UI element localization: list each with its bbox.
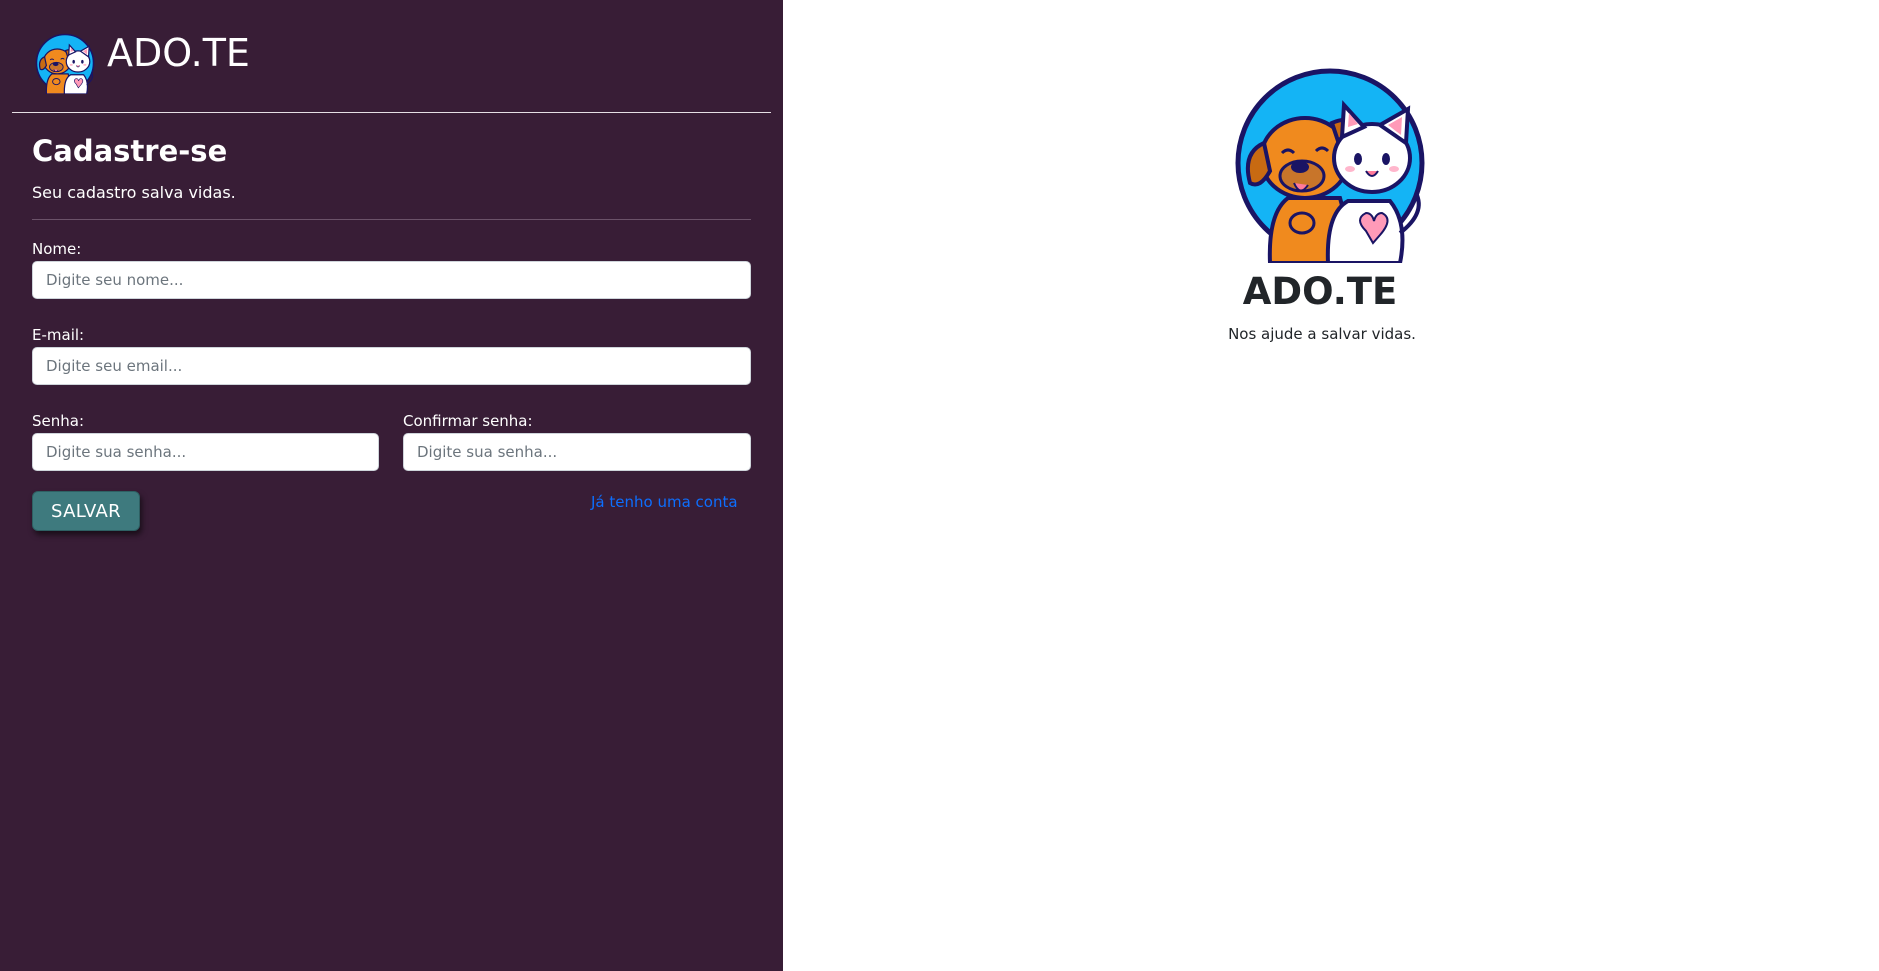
form-divider bbox=[32, 219, 751, 220]
dog-and-cat-logo-icon bbox=[34, 32, 96, 94]
dog-and-cat-logo-icon bbox=[1228, 63, 1432, 263]
form-subtitle: Seu cadastro salva vidas. bbox=[32, 183, 236, 202]
hero-title: ADO.TE bbox=[1242, 270, 1398, 313]
password-input[interactable] bbox=[32, 433, 379, 471]
email-label: E-mail: bbox=[32, 326, 85, 344]
header-divider bbox=[12, 112, 771, 113]
hero-subtitle: Nos ajude a salvar vidas. bbox=[1228, 325, 1416, 343]
save-button[interactable]: SALVAR bbox=[32, 491, 140, 531]
name-label: Nome: bbox=[32, 240, 82, 258]
login-link[interactable]: Já tenho uma conta bbox=[591, 493, 738, 511]
confirm-password-input[interactable] bbox=[403, 433, 751, 471]
confirm-password-label: Confirmar senha: bbox=[403, 412, 533, 430]
form-title: Cadastre-se bbox=[32, 134, 228, 168]
email-input[interactable] bbox=[32, 347, 751, 385]
name-input[interactable] bbox=[32, 261, 751, 299]
hero-panel: ADO.TE Nos ajude a salvar vidas. bbox=[783, 0, 1879, 971]
brand-header[interactable]: ADO.TE bbox=[34, 32, 250, 94]
signup-page: ADO.TE Cadastre-se Seu cadastro salva vi… bbox=[0, 0, 1879, 971]
password-label: Senha: bbox=[32, 412, 85, 430]
signup-panel: ADO.TE Cadastre-se Seu cadastro salva vi… bbox=[0, 0, 783, 971]
brand-name: ADO.TE bbox=[107, 31, 250, 75]
